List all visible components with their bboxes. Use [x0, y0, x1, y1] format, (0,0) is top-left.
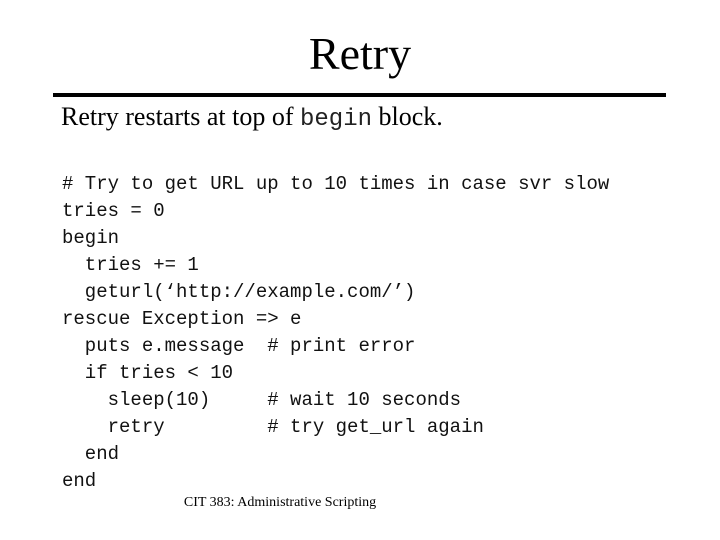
code-line: rescue Exception => e	[62, 308, 302, 330]
code-line: tries = 0	[62, 200, 165, 222]
code-block: # Try to get URL up to 10 times in case …	[62, 171, 609, 495]
code-line: tries += 1	[62, 254, 199, 276]
code-line: end	[62, 443, 120, 465]
code-line: if tries < 10	[62, 362, 234, 384]
subtitle-text-after: block.	[372, 102, 443, 131]
code-line: puts e.message # print error	[62, 335, 416, 357]
subtitle-text-before: Retry restarts at top of	[61, 102, 300, 131]
code-line: geturl(‘http://example.com/’)	[62, 281, 416, 303]
title-divider	[53, 93, 666, 97]
code-line: # Try to get URL up to 10 times in case …	[62, 173, 610, 195]
code-line: begin	[62, 227, 120, 249]
slide-subtitle: Retry restarts at top of begin block.	[61, 101, 443, 136]
slide-footer: CIT 383: Administrative Scripting	[183, 495, 377, 510]
slide-title: Retry	[308, 28, 412, 79]
code-line: end	[62, 470, 97, 492]
subtitle-code-keyword: begin	[300, 106, 373, 133]
code-line: sleep(10) # wait 10 seconds	[62, 389, 462, 411]
code-line: retry # try get_url again	[62, 416, 484, 438]
